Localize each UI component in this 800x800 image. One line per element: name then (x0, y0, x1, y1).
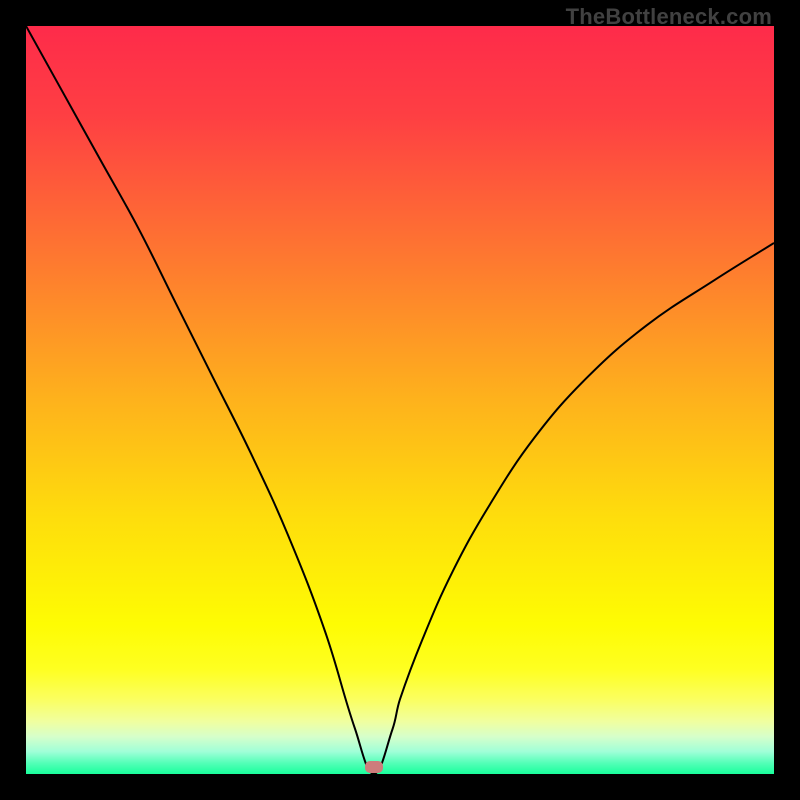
bottleneck-curve (26, 26, 774, 774)
plot-area (26, 26, 774, 774)
chart-frame: TheBottleneck.com (0, 0, 800, 800)
optimal-point-marker (365, 761, 383, 773)
